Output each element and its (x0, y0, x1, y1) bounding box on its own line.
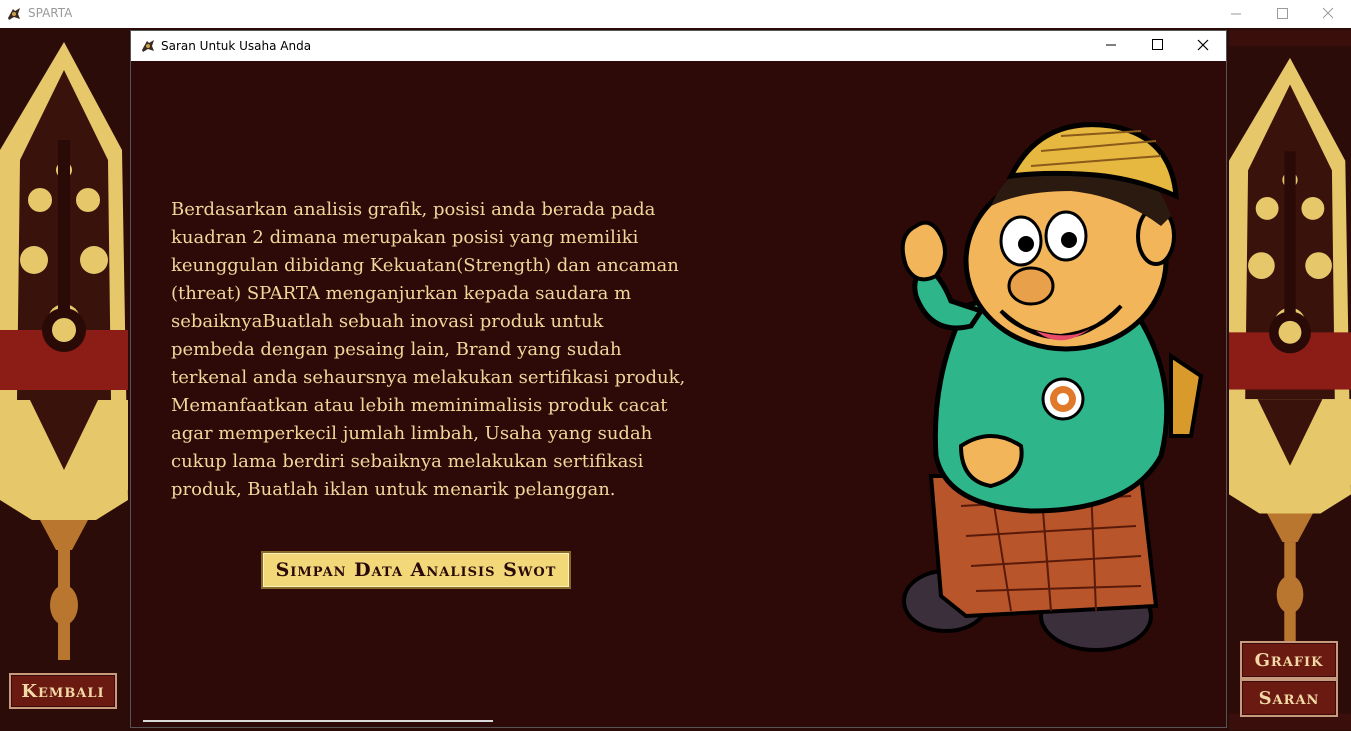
app-minimize-button[interactable] (1213, 0, 1259, 28)
minimize-icon (1106, 44, 1116, 46)
back-button[interactable]: Kembali (9, 673, 117, 709)
maximize-icon (1277, 8, 1288, 19)
maximize-icon (1152, 39, 1163, 50)
dialog-close-button[interactable] (1180, 31, 1226, 61)
app-maximize-button[interactable] (1259, 0, 1305, 28)
close-icon (1322, 7, 1334, 19)
app-title: SPARTA (28, 6, 73, 20)
left-side-panel (0, 30, 128, 730)
app-close-button[interactable] (1305, 0, 1351, 28)
wayang-ornament-left (0, 30, 128, 730)
minimize-icon (1231, 13, 1241, 15)
dialog-title-bar: Saran Untuk Usaha Anda (131, 31, 1226, 61)
dialog-title: Saran Untuk Usaha Anda (161, 39, 312, 53)
advice-dialog: Saran Untuk Usaha Anda Berdasarkan anali… (130, 30, 1227, 728)
dialog-maximize-button[interactable] (1134, 31, 1180, 61)
app-title-bar: SPARTA (0, 0, 1351, 28)
advice-text: Berdasarkan analisis grafik, posisi anda… (171, 199, 686, 500)
save-swot-button[interactable]: Simpan Data Analisis Swot (261, 551, 571, 589)
chart-button[interactable]: Grafik (1240, 641, 1338, 679)
wayang-ornament-right (1229, 46, 1351, 714)
dialog-minimize-button[interactable] (1088, 31, 1134, 61)
app-icon (8, 8, 20, 20)
horizontal-scrollbar[interactable] (143, 720, 493, 722)
advice-button[interactable]: Saran (1240, 679, 1338, 717)
right-side-panel (1229, 30, 1351, 730)
close-icon (1197, 39, 1209, 51)
dialog-app-icon (142, 40, 154, 52)
mascot-illustration (900, 122, 1204, 652)
